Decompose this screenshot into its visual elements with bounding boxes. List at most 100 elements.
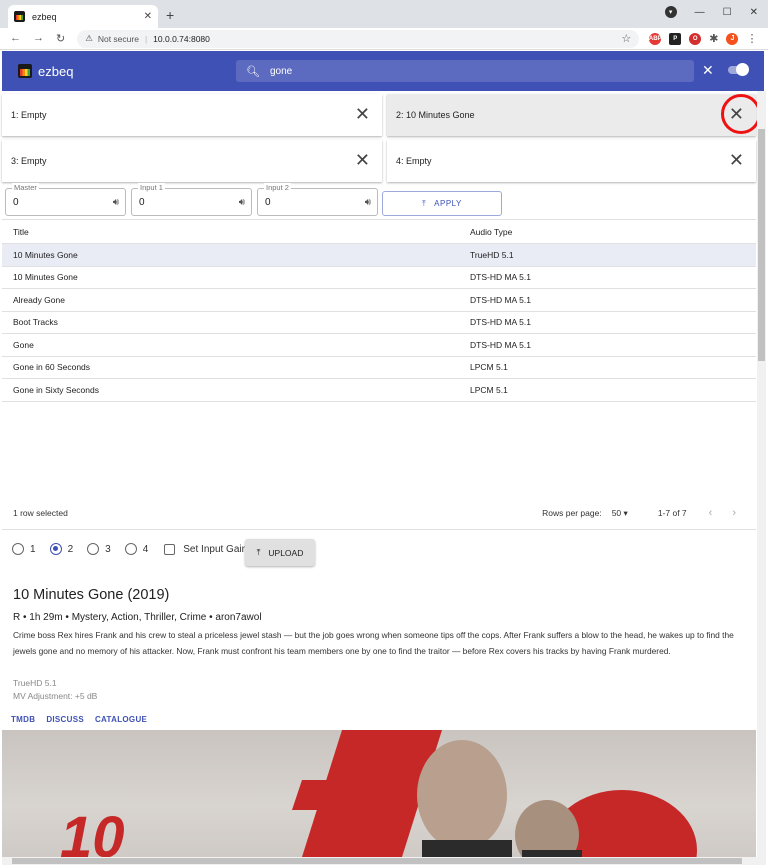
ezbeq-favicon-icon bbox=[14, 11, 25, 22]
forward-icon[interactable]: → bbox=[33, 32, 44, 45]
extension-adblock-icon[interactable]: ABP bbox=[649, 32, 662, 45]
apply-button[interactable]: ⤒ APPLY bbox=[382, 191, 502, 216]
ezbeq-logo-icon bbox=[18, 64, 32, 78]
column-header-audio-type[interactable]: Audio Type bbox=[459, 227, 512, 237]
clear-search-icon[interactable]: ✕ bbox=[702, 62, 714, 79]
tmdb-link[interactable]: TMDB bbox=[11, 715, 35, 724]
clear-slot-icon[interactable]: ✕ bbox=[355, 150, 370, 170]
table-row[interactable]: Gone DTS-HD MA 5.1 bbox=[2, 334, 756, 357]
back-icon[interactable]: ← bbox=[10, 32, 21, 45]
maximize-icon[interactable]: ☐ bbox=[723, 7, 732, 18]
reload-icon[interactable]: ↻ bbox=[56, 32, 65, 45]
next-page-icon[interactable]: › bbox=[732, 507, 736, 519]
table-row[interactable]: Gone in 60 Seconds LPCM 5.1 bbox=[2, 357, 756, 379]
volume-icon[interactable]: 🔊︎ bbox=[113, 197, 119, 208]
app-title: ezbeq bbox=[38, 63, 74, 79]
clear-slot-icon[interactable]: ✕ bbox=[355, 104, 370, 124]
theme-toggle[interactable] bbox=[728, 63, 749, 76]
slot-4[interactable]: 4: Empty ✕ bbox=[387, 140, 756, 182]
browser-tab[interactable]: ezbeq ✕ bbox=[8, 5, 158, 28]
volume-icon[interactable]: 🔊︎ bbox=[239, 197, 245, 208]
table-row[interactable]: 10 Minutes Gone TrueHD 5.1 bbox=[2, 244, 756, 267]
search-icon: 🔍︎ bbox=[246, 65, 260, 78]
slot-radio-label: 1 bbox=[30, 543, 36, 555]
horizontal-scrollbar[interactable] bbox=[2, 857, 766, 865]
master-gain-value: 0 bbox=[13, 197, 19, 208]
rows-per-page-select[interactable]: 50 ▾ bbox=[612, 508, 628, 519]
tab-title: ezbeq bbox=[32, 11, 57, 22]
selected-count: 1 row selected bbox=[13, 508, 68, 518]
slot-radio-1[interactable] bbox=[12, 543, 24, 555]
slot-radio-2[interactable] bbox=[49, 543, 62, 555]
window-close-icon[interactable]: ✕ bbox=[750, 7, 758, 18]
rows-per-page-label: Rows per page: bbox=[542, 508, 602, 518]
cell-audio-type: DTS-HD MA 5.1 bbox=[470, 339, 531, 350]
slot-2[interactable]: 2: 10 Minutes Gone ✕ bbox=[387, 94, 756, 136]
slot-radio-3[interactable] bbox=[87, 543, 100, 555]
pagination-range: 1-7 of 7 bbox=[657, 508, 687, 518]
slot-radio-label: 3 bbox=[105, 543, 111, 555]
table-row[interactable]: Already Gone DTS-HD MA 5.1 bbox=[2, 289, 756, 312]
slot-radio-label: 2 bbox=[67, 543, 74, 555]
table-row[interactable]: Boot Tracks DTS-HD MA 5.1 bbox=[2, 312, 756, 334]
catalogue-link[interactable]: CATALOGUE bbox=[95, 715, 147, 724]
search-input[interactable] bbox=[269, 65, 670, 77]
search-box: 🔍︎ bbox=[236, 60, 694, 82]
browser-menu-icon[interactable]: ⋮ bbox=[746, 32, 757, 45]
browser-toolbar: ← → ↻ ⚠ Not secure | 10.0.0.74:8080 ☆ AB… bbox=[0, 28, 768, 50]
cell-title: Gone in Sixty Seconds bbox=[13, 384, 99, 395]
tab-close-icon[interactable]: ✕ bbox=[144, 11, 152, 22]
chevron-down-icon: ▾ bbox=[623, 507, 628, 518]
extension-p-icon[interactable]: P bbox=[669, 32, 682, 45]
rows-per-page-value: 50 bbox=[611, 507, 622, 518]
volume-icon[interactable]: 🔊︎ bbox=[365, 197, 371, 208]
master-gain-field[interactable]: Master 0 🔊︎ bbox=[5, 183, 126, 216]
input1-gain-field[interactable]: Input 1 0 🔊︎ bbox=[131, 183, 252, 216]
slot-radio-4[interactable] bbox=[124, 543, 137, 555]
tab-search-icon[interactable]: ▾ bbox=[664, 6, 677, 18]
slot-1[interactable]: 1: Empty ✕ bbox=[2, 94, 382, 136]
app-bar: ezbeq 🔍︎ ✕ bbox=[2, 51, 764, 91]
address-bar[interactable]: ⚠ Not secure | 10.0.0.74:8080 ☆ bbox=[77, 29, 640, 48]
upload-arrow-icon: ⤒ bbox=[422, 198, 427, 208]
table-row[interactable]: Gone in Sixty Seconds LPCM 5.1 bbox=[2, 379, 756, 402]
slot-3[interactable]: 3: Empty ✕ bbox=[2, 140, 382, 182]
divider bbox=[2, 529, 756, 530]
movie-links: TMDB DISCUSS CATALOGUE bbox=[11, 715, 147, 724]
cell-title: 10 Minutes Gone bbox=[13, 272, 78, 283]
cell-title: Already Gone bbox=[13, 294, 65, 305]
cell-title: Gone bbox=[13, 339, 34, 350]
slot-label: 2: 10 Minutes Gone bbox=[396, 110, 475, 120]
catalogue-table: Title Audio Type 10 Minutes Gone TrueHD 5… bbox=[2, 219, 756, 402]
previous-page-icon[interactable]: ‹ bbox=[709, 507, 713, 519]
set-input-gain-checkbox[interactable] bbox=[164, 543, 176, 555]
cell-audio-type: DTS-HD MA 5.1 bbox=[470, 317, 531, 328]
movie-poster: 10 bbox=[2, 730, 756, 857]
minimize-icon[interactable]: — bbox=[695, 7, 705, 18]
profile-avatar[interactable]: J bbox=[726, 32, 739, 45]
cell-audio-type: TrueHD 5.1 bbox=[470, 249, 514, 260]
cell-audio-type: DTS-HD MA 5.1 bbox=[470, 294, 531, 305]
extension-opera-icon[interactable]: O bbox=[689, 32, 702, 45]
upload-button[interactable]: ⤒ UPLOAD bbox=[245, 539, 315, 566]
input2-gain-value: 0 bbox=[265, 197, 271, 208]
cell-title: Gone in 60 Seconds bbox=[13, 362, 91, 373]
upload-arrow-icon: ⤒ bbox=[256, 547, 261, 557]
device-slot-selector: 1 2 3 4 Set Input Gain bbox=[12, 543, 247, 555]
input2-gain-field[interactable]: Input 2 0 🔊︎ bbox=[257, 183, 378, 216]
bookmark-star-icon[interactable]: ☆ bbox=[621, 32, 631, 45]
table-row[interactable]: 10 Minutes Gone DTS-HD MA 5.1 bbox=[2, 267, 756, 289]
clear-slot-icon[interactable]: ✕ bbox=[729, 150, 744, 170]
movie-description: Crime boss Rex hires Frank and his crew … bbox=[13, 630, 734, 656]
cell-title: 10 Minutes Gone bbox=[13, 249, 78, 260]
movie-meta: R • 1h 29m • Mystery, Action, Thriller, … bbox=[13, 612, 262, 623]
security-label: Not secure bbox=[97, 33, 139, 44]
column-header-title[interactable]: Title bbox=[2, 227, 459, 237]
extensions-puzzle-icon[interactable]: ✱ bbox=[709, 32, 718, 45]
new-tab-icon[interactable]: + bbox=[166, 7, 174, 23]
table-footer: 1 row selected Rows per page: 50 ▾ 1-7 o… bbox=[2, 502, 756, 524]
discuss-link[interactable]: DISCUSS bbox=[46, 715, 84, 724]
set-input-gain-label: Set Input Gain bbox=[183, 543, 248, 555]
input1-gain-value: 0 bbox=[139, 197, 145, 208]
vertical-scrollbar[interactable] bbox=[757, 91, 766, 857]
